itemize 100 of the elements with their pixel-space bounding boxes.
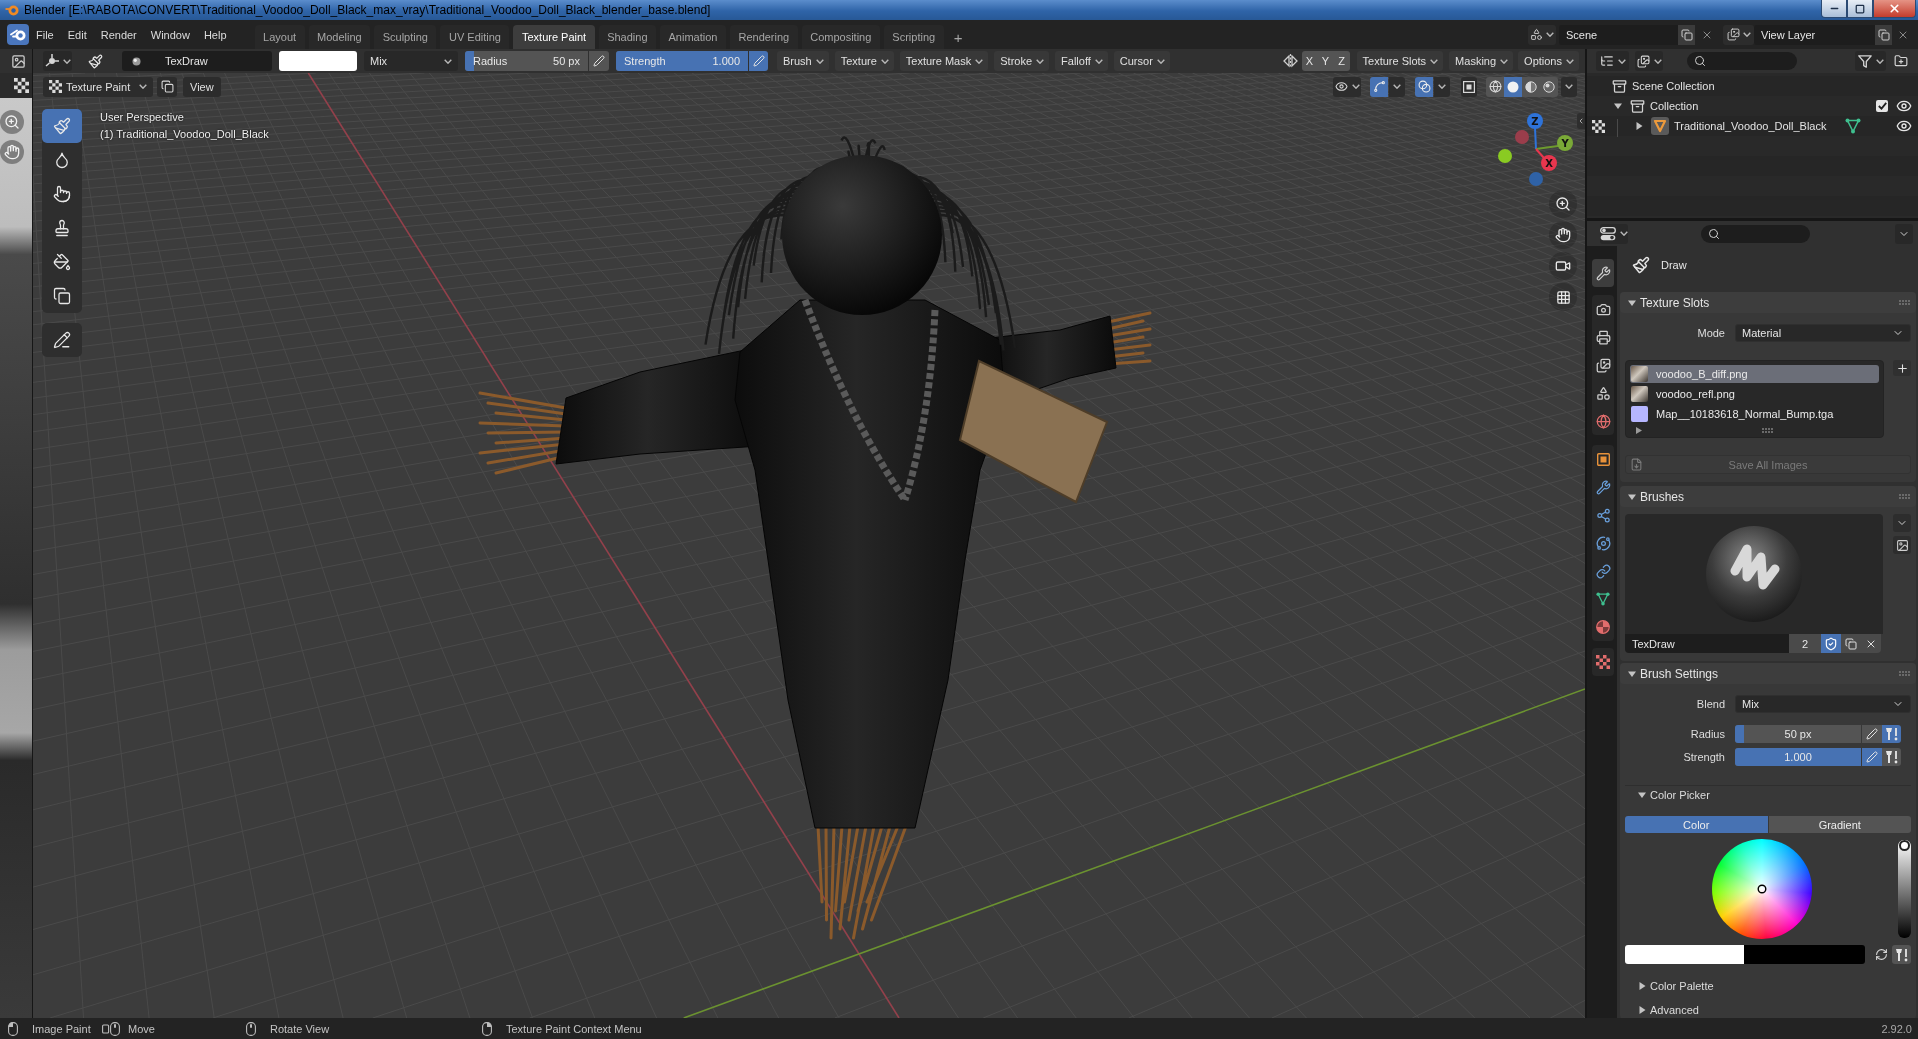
view-layer-browse-button[interactable] bbox=[1723, 24, 1754, 45]
axis-dot[interactable] bbox=[1529, 172, 1543, 186]
header-menu[interactable]: Texture Mask bbox=[899, 51, 989, 71]
workspace-tab[interactable]: Scripting bbox=[883, 25, 944, 49]
header-menu[interactable]: Cursor bbox=[1113, 51, 1170, 71]
color-mode-tab[interactable]: Gradient bbox=[1768, 816, 1911, 833]
number-slider[interactable]: 50 px bbox=[1735, 725, 1861, 743]
pan-button[interactable] bbox=[1549, 221, 1577, 249]
unlink-button[interactable] bbox=[1861, 634, 1881, 653]
outliner-item[interactable]: Collection bbox=[1650, 100, 1699, 112]
new-scene-button[interactable] bbox=[1678, 24, 1695, 45]
color-swatch[interactable] bbox=[1625, 945, 1744, 964]
menu-item[interactable]: Edit bbox=[60, 24, 94, 45]
new-view-layer-button[interactable] bbox=[1875, 24, 1892, 45]
tool-button[interactable] bbox=[42, 109, 82, 143]
subpanel-header[interactable]: Color Palette bbox=[1625, 976, 1911, 995]
sidebar-toggle-button[interactable] bbox=[1577, 113, 1585, 129]
mode-dropdown[interactable]: Texture Paint bbox=[43, 76, 153, 97]
menu-item[interactable]: Help bbox=[196, 24, 234, 45]
panel-header[interactable]: Texture Slots bbox=[1620, 292, 1916, 313]
menu-item[interactable]: File bbox=[29, 24, 61, 45]
xray-toggle[interactable] bbox=[1461, 76, 1477, 97]
gizmo-menu-button[interactable] bbox=[1389, 76, 1405, 97]
header-menu[interactable]: Falloff bbox=[1055, 51, 1108, 71]
editor-type-button[interactable] bbox=[1600, 223, 1628, 244]
camera-view-button[interactable] bbox=[1549, 252, 1577, 280]
outliner-item[interactable]: Traditional_Voodoo_Doll_Black bbox=[1674, 120, 1827, 132]
pressure-toggle[interactable] bbox=[749, 51, 768, 71]
eye-icon[interactable] bbox=[1896, 118, 1912, 134]
blend-dropdown[interactable]: Mix bbox=[1735, 695, 1911, 713]
brush-menu-button[interactable] bbox=[1893, 514, 1911, 532]
unified-color-button[interactable] bbox=[1892, 945, 1911, 964]
header-menu[interactable]: Texture Slots bbox=[1356, 51, 1444, 71]
shading-mode-button[interactable] bbox=[1522, 76, 1540, 97]
value-slider[interactable] bbox=[1898, 840, 1911, 938]
axis-dot[interactable] bbox=[1515, 130, 1529, 144]
menu-item[interactable]: Window bbox=[143, 24, 197, 45]
overlay-menu-button[interactable] bbox=[1434, 76, 1450, 97]
pressure-toggle[interactable] bbox=[589, 51, 609, 71]
properties-tab[interactable] bbox=[1592, 259, 1614, 287]
axis-dot[interactable] bbox=[1498, 149, 1512, 163]
workspace-tab[interactable]: Rendering bbox=[729, 25, 798, 49]
minimize-button[interactable] bbox=[1821, 0, 1847, 18]
texture-slot-item[interactable]: voodoo_refl.png bbox=[1630, 385, 1879, 403]
search-field[interactable] bbox=[1687, 52, 1797, 70]
panel-header[interactable]: Brush Settings bbox=[1620, 663, 1916, 684]
workspace-tab[interactable]: Compositing bbox=[801, 25, 880, 49]
view-options-button[interactable] bbox=[1635, 51, 1663, 71]
brush-name-field[interactable]: TexDraw bbox=[122, 51, 272, 71]
workspace-tab[interactable]: Sculpting bbox=[374, 25, 437, 49]
workspace-tab[interactable]: UV Editing bbox=[440, 25, 510, 49]
brush-color-swatch[interactable] bbox=[279, 51, 357, 71]
zoom-button[interactable] bbox=[1549, 190, 1577, 218]
axis-handle[interactable]: Y bbox=[1535, 135, 1573, 151]
pressure-toggle[interactable] bbox=[1862, 725, 1882, 743]
view-menu[interactable]: View bbox=[183, 76, 221, 97]
workspace-tab[interactable]: Shading bbox=[598, 25, 657, 49]
shading-mode-button[interactable] bbox=[1540, 76, 1558, 97]
scene-field[interactable]: Scene bbox=[1559, 24, 1678, 45]
shading-menu-button[interactable] bbox=[1561, 76, 1577, 97]
blender-menu-button[interactable] bbox=[7, 24, 29, 45]
subpanel-header[interactable]: Advanced bbox=[1625, 1000, 1911, 1018]
unified-toggle[interactable] bbox=[1882, 748, 1901, 766]
checkbox[interactable] bbox=[1876, 100, 1888, 112]
projection-button[interactable] bbox=[1549, 283, 1577, 311]
brush-name-field[interactable]: TexDraw bbox=[1625, 634, 1789, 653]
editor-type-button[interactable] bbox=[43, 51, 72, 71]
axis-toggle[interactable]: X bbox=[1301, 51, 1318, 71]
panel-header[interactable]: Brushes bbox=[1620, 486, 1916, 507]
shading-mode-button[interactable] bbox=[1486, 76, 1504, 97]
workspace-tab[interactable]: Texture Paint bbox=[513, 25, 595, 49]
color-mode-tab[interactable]: Color bbox=[1625, 816, 1768, 833]
display-mode-button[interactable] bbox=[1596, 51, 1629, 71]
subpanel-header[interactable]: Color Picker bbox=[1625, 785, 1911, 804]
search-field[interactable] bbox=[1701, 224, 1810, 243]
radius-slider[interactable]: Radius 50 px bbox=[465, 51, 588, 71]
workspace-tab[interactable]: Layout bbox=[254, 25, 305, 49]
unified-toggle[interactable] bbox=[1882, 725, 1901, 743]
color-swatch[interactable] bbox=[1744, 945, 1865, 964]
number-slider[interactable]: 1.000 bbox=[1735, 748, 1861, 766]
add-slot-button[interactable] bbox=[1893, 360, 1911, 376]
view-layer-field[interactable]: View Layer bbox=[1754, 24, 1875, 45]
user-count[interactable]: 2 bbox=[1789, 634, 1821, 653]
header-menu[interactable]: Texture bbox=[834, 51, 894, 71]
mode-dropdown[interactable]: Material bbox=[1735, 324, 1911, 342]
object-types-button[interactable] bbox=[1333, 76, 1361, 97]
tool-button[interactable] bbox=[42, 323, 82, 357]
outliner-item[interactable]: Scene Collection bbox=[1632, 80, 1715, 92]
workspace-tab[interactable]: Modeling bbox=[308, 25, 371, 49]
header-menu[interactable]: Brush bbox=[777, 51, 829, 71]
add-workspace-button[interactable]: + bbox=[947, 25, 969, 49]
brush-preview[interactable] bbox=[1625, 514, 1883, 634]
gizmo-toggle[interactable] bbox=[1370, 76, 1388, 97]
options-dropdown[interactable] bbox=[1895, 223, 1913, 244]
workspace-tab[interactable]: Animation bbox=[660, 25, 726, 49]
header-menu[interactable]: Masking bbox=[1449, 51, 1514, 71]
overlay-toggle[interactable] bbox=[1415, 76, 1433, 97]
pressure-toggle[interactable] bbox=[1862, 748, 1882, 766]
header-menu[interactable]: Options bbox=[1518, 51, 1579, 71]
strength-slider[interactable]: Strength 1.000 bbox=[616, 51, 748, 71]
